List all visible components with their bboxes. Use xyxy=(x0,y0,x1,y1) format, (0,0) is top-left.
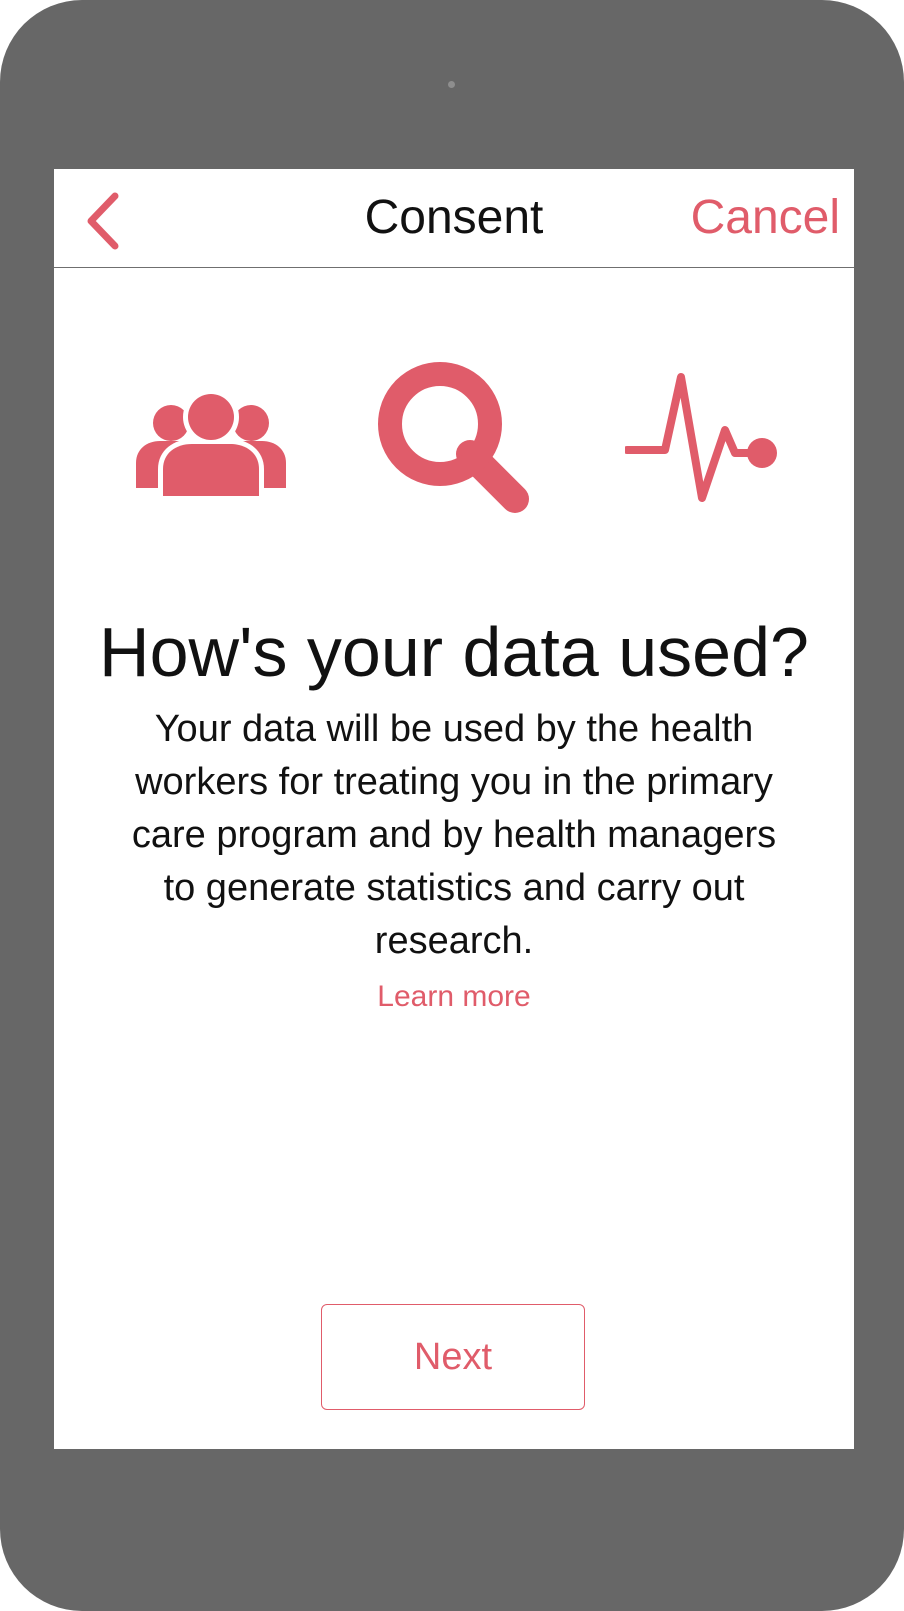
search-icon xyxy=(378,362,529,513)
feature-icons xyxy=(54,362,854,517)
navigation-bar: Consent Cancel xyxy=(54,169,854,268)
next-button[interactable]: Next xyxy=(321,1304,585,1410)
cancel-button[interactable]: Cancel xyxy=(691,187,840,249)
back-button[interactable] xyxy=(80,191,126,251)
page-title: Consent xyxy=(364,191,544,244)
people-icon xyxy=(136,392,286,498)
learn-more-link[interactable]: Learn more xyxy=(304,977,604,1017)
camera-dot xyxy=(448,81,455,88)
headline: How's your data used? xyxy=(99,613,809,691)
device-frame: Consent Cancel How's your data used? You… xyxy=(0,0,904,1611)
chevron-left-icon xyxy=(87,192,119,250)
body-text: Your data will be used by the health wor… xyxy=(131,708,777,962)
app-screen: Consent Cancel How's your data used? You… xyxy=(54,169,854,1449)
pulse-icon xyxy=(625,373,777,502)
